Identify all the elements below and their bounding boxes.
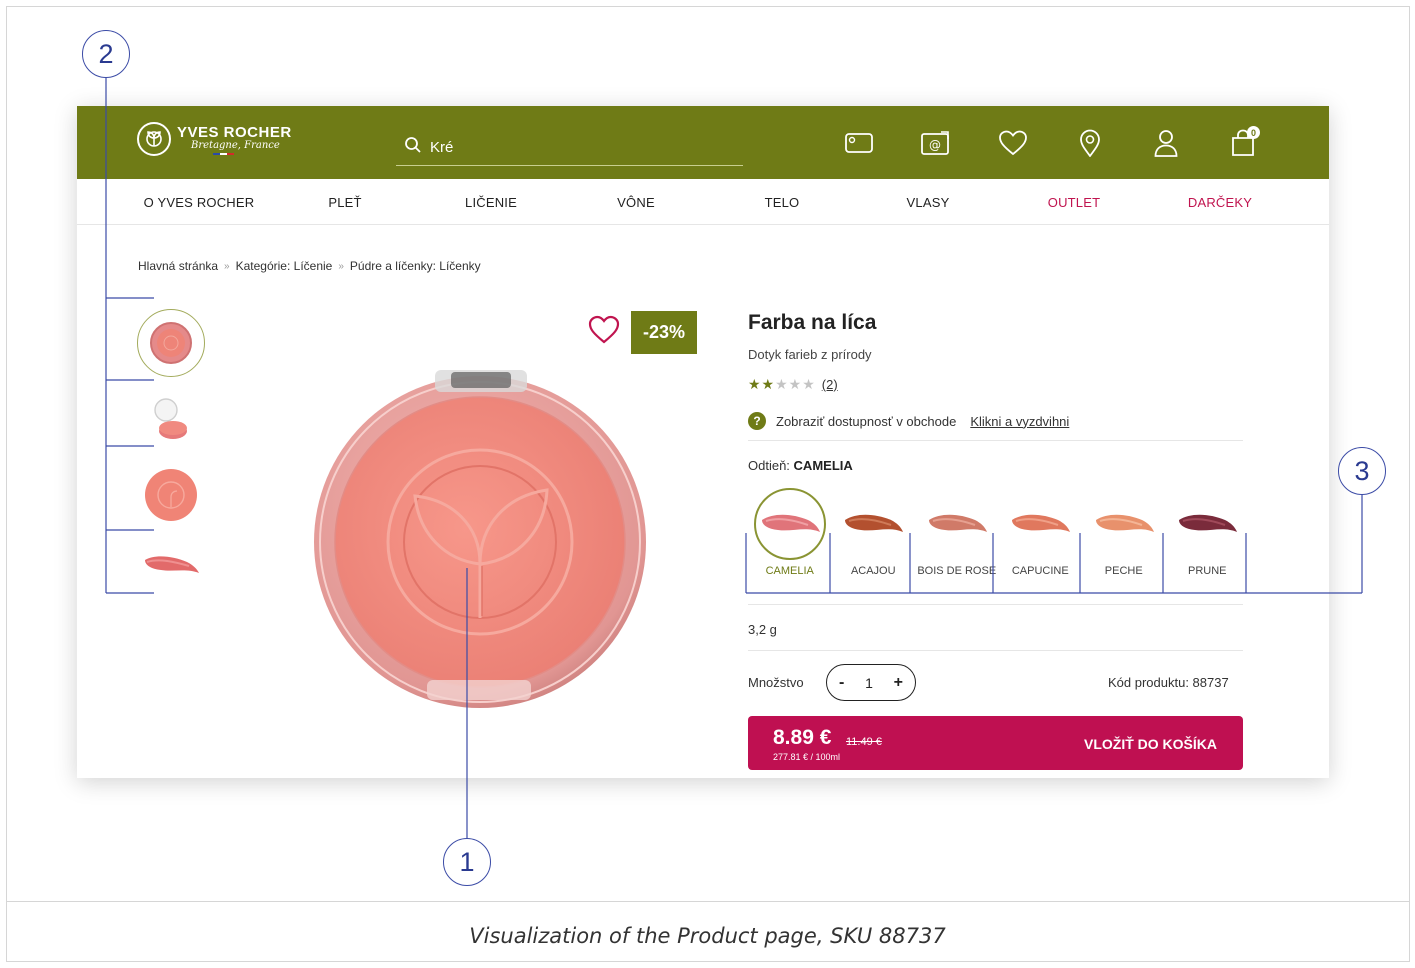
nav-item-outlet[interactable]: OUTLET — [1048, 195, 1100, 210]
shade-name: BOIS DE ROSE — [917, 565, 997, 577]
breadcrumb-separator-icon: » — [224, 260, 230, 272]
unit-price: 277.81 € / 100ml — [773, 752, 841, 762]
caption-divider — [6, 901, 1410, 902]
add-to-cart-button[interactable]: 8.89 € 11.49 € 277.81 € / 100ml VLOŽIŤ D… — [748, 716, 1243, 770]
breadcrumb: Hlavná stránka » Kategórie: Líčenie » Pú… — [138, 259, 481, 273]
product-subtitle: Dotyk farieb z prírody — [748, 347, 872, 362]
brand-subtitle: Bretagne, France — [191, 139, 280, 151]
nav-item-about[interactable]: O YVES ROCHER — [144, 195, 255, 210]
swatch-shape-camelia — [761, 514, 820, 532]
shade-name: CAMELIA — [765, 565, 814, 577]
current-price: 8.89 € — [773, 726, 832, 749]
shade-selector: CAMELIA ACAJOU BOIS DE ROSE CAPUCINE PEC… — [748, 486, 1249, 592]
top-header: YVES ROCHER Bretagne, France @ — [77, 106, 1329, 179]
swatch-shape-bois-de-rose — [928, 514, 987, 532]
product-weight: 3,2 g — [748, 622, 777, 637]
add-to-cart-label: VLOŽIŤ DO KOŠÍKA — [1084, 736, 1217, 752]
rating-stars-icon: ★★★★★ — [748, 376, 816, 392]
shade-selected-value: CAMELIA — [793, 458, 853, 473]
figure-caption: Visualization of the Product page, SKU 8… — [469, 924, 946, 948]
divider — [748, 650, 1243, 651]
account-user-icon[interactable] — [1151, 128, 1181, 158]
search-icon[interactable] — [404, 136, 430, 159]
quantity-label: Množstvo — [748, 675, 804, 690]
shade-name: ACAJOU — [850, 565, 896, 577]
nav-item-skin[interactable]: PLEŤ — [328, 195, 361, 210]
nav-item-gifts[interactable]: DARČEKY — [1188, 195, 1252, 210]
shade-swatch-acajou[interactable]: ACAJOU — [832, 486, 916, 592]
swatch-shape-acajou — [845, 514, 904, 532]
svg-text:@: @ — [929, 138, 941, 152]
brand-logo[interactable]: YVES ROCHER Bretagne, France — [137, 122, 292, 156]
shade-label: Odtieň: CAMELIA — [748, 458, 853, 473]
gift-card-icon[interactable] — [844, 128, 874, 158]
newsletter-icon[interactable]: @ — [920, 128, 950, 158]
shade-swatch-peche[interactable]: PECHE — [1082, 486, 1166, 592]
callout-marker-2: 2 — [82, 30, 130, 78]
store-availability: ? Zobraziť dostupnosť v obchode Klikni a… — [748, 412, 1069, 430]
shade-name: PRUNE — [1187, 565, 1227, 577]
shade-swatch-camelia[interactable]: CAMELIA — [748, 486, 832, 592]
quantity-increase-button[interactable]: + — [894, 674, 903, 692]
old-price: 11.49 € — [846, 736, 882, 748]
brand-name: YVES ROCHER — [177, 123, 292, 141]
search-bar — [396, 129, 743, 166]
thumbnail-closed-compact[interactable] — [137, 309, 205, 377]
store-locator-pin-icon[interactable] — [1075, 128, 1105, 158]
product-main-image[interactable] — [307, 364, 653, 710]
swatch-shape-peche — [1095, 514, 1154, 532]
quantity-decrease-button[interactable]: - — [839, 674, 844, 692]
nav-item-body[interactable]: TELO — [765, 195, 800, 210]
shade-swatch-prune[interactable]: PRUNE — [1166, 486, 1250, 592]
cart-count-badge: 0 — [1247, 126, 1260, 139]
shade-label-text: Odtieň: — [748, 458, 790, 473]
product-rating[interactable]: ★★★★★ (2) — [748, 376, 838, 393]
shade-name: CAPUCINE — [1011, 565, 1069, 577]
leaf-logo-icon — [137, 122, 171, 156]
nav-item-fragrances[interactable]: VÔNE — [617, 195, 655, 210]
product-page-screenshot: YVES ROCHER Bretagne, France @ — [77, 106, 1329, 778]
swatch-shape-capucine — [1012, 514, 1071, 532]
nav-item-makeup[interactable]: LIČENIE — [465, 195, 517, 210]
swatch-shape-prune — [1179, 514, 1238, 532]
shade-swatch-bois-de-rose[interactable]: BOIS DE ROSE — [915, 486, 999, 592]
quantity-stepper: - 1 + — [826, 664, 916, 701]
thumbnail-powder-topview[interactable] — [137, 461, 205, 529]
nav-item-hair[interactable]: VLASY — [907, 195, 950, 210]
shade-name: PECHE — [1104, 565, 1143, 577]
add-to-wishlist-heart-icon[interactable] — [588, 315, 620, 347]
question-mark-icon: ? — [748, 412, 766, 430]
thumbnail-open-compact[interactable] — [137, 386, 205, 454]
main-navigation: O YVES ROCHER PLEŤ LIČENIE VÔNE TELO VLA… — [77, 179, 1329, 225]
shopping-bag-icon[interactable]: 0 — [1228, 126, 1260, 158]
breadcrumb-home[interactable]: Hlavná stránka — [138, 259, 218, 273]
rating-count-link[interactable]: (2) — [822, 377, 838, 392]
wishlist-heart-icon[interactable] — [998, 128, 1028, 158]
quantity-value[interactable]: 1 — [865, 675, 873, 691]
breadcrumb-separator-icon: » — [338, 260, 344, 272]
product-code: Kód produktu: 88737 — [1108, 675, 1229, 690]
breadcrumb-subcategory[interactable]: Púdre a líčenky: Líčenky — [350, 259, 481, 273]
availability-text: Zobraziť dostupnosť v obchode — [776, 413, 957, 429]
callout-marker-1: 1 — [443, 838, 491, 886]
thumbnail-texture-swatch[interactable] — [137, 531, 205, 599]
breadcrumb-category[interactable]: Kategórie: Líčenie — [236, 259, 333, 273]
divider — [748, 440, 1243, 441]
french-flag-icon — [213, 152, 292, 155]
product-title: Farba na líca — [748, 311, 877, 334]
search-input[interactable] — [430, 138, 720, 156]
shade-swatch-capucine[interactable]: CAPUCINE — [999, 486, 1083, 592]
callout-marker-3: 3 — [1338, 447, 1386, 495]
divider — [748, 604, 1243, 605]
discount-badge: -23% — [631, 311, 697, 354]
click-and-collect-link[interactable]: Klikni a vyzdvihni — [970, 414, 1069, 429]
